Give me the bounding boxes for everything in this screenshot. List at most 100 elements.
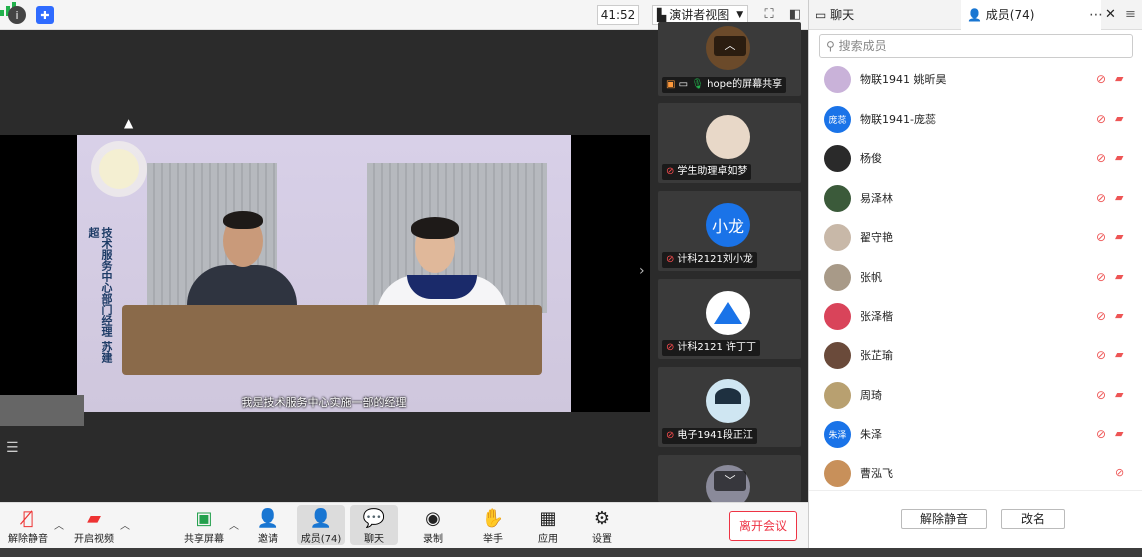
camera-off-icon[interactable]: ▰: [1115, 270, 1123, 283]
camera-off-icon[interactable]: ▰: [1115, 388, 1123, 401]
apps-button[interactable]: ▦ 应用: [524, 505, 572, 545]
share-icon: ▭: [678, 79, 689, 90]
camera-off-icon: ▰: [87, 508, 101, 529]
chat-icon: ▭: [815, 8, 827, 22]
chevron-up-icon[interactable]: ︿: [714, 36, 746, 56]
info-icon[interactable]: i: [8, 6, 26, 24]
avatar: [824, 264, 851, 291]
list-item[interactable]: 周琦 ⊘ ▰: [809, 376, 1142, 415]
chevron-up-icon[interactable]: ︿: [54, 517, 64, 532]
start-video-button[interactable]: ▰ 开启视频: [70, 505, 118, 545]
mic-off-icon[interactable]: ⊘: [1096, 348, 1106, 362]
list-icon[interactable]: ☰: [6, 440, 19, 456]
mic-off-icon[interactable]: ⊘: [1096, 191, 1106, 205]
list-item[interactable]: 曹泓飞 ⊘: [809, 454, 1142, 490]
thumbnail-tile[interactable]: ▣ ▭ 🎙 hope的屏幕共享: [658, 22, 801, 96]
meeting-window: i ✚ 41:52 ▙ 演讲者视图 ▼ ⛶ ◧ ▲ 技术服务中心部门经理 苏建超…: [0, 0, 1142, 557]
members-button[interactable]: 👤 成员(74): [297, 505, 345, 545]
mic-off-icon[interactable]: ⊘: [1096, 427, 1106, 441]
menu-icon[interactable]: ≡: [1125, 0, 1136, 30]
search-icon: ⚲: [826, 39, 835, 53]
chevron-right-icon[interactable]: ›: [639, 263, 645, 279]
avatar: [824, 342, 851, 369]
mic-icon: 🎙: [691, 79, 704, 90]
apps-icon: ▦: [539, 508, 557, 529]
list-item[interactable]: 杨俊 ⊘ ▰: [809, 139, 1142, 178]
search-members-input[interactable]: ⚲ 搜索成员: [819, 34, 1133, 58]
mic-off-icon[interactable]: ⊘: [1096, 72, 1106, 86]
avatar: [824, 145, 851, 172]
thumbnail-tile[interactable]: ⊘ 计科2121 许丁丁: [658, 279, 801, 359]
mic-off-icon[interactable]: ⊘: [1096, 388, 1106, 402]
sun-decoration: [99, 149, 139, 189]
camera-off-icon[interactable]: ▰: [1115, 348, 1123, 361]
unmute-all-button[interactable]: 解除静音: [901, 509, 987, 529]
video-subtitle: 我是技术服务中心实施一部的经理: [241, 396, 407, 409]
thumbnail-tile[interactable]: ⊘ 学生助理卓如梦: [658, 103, 801, 183]
tab-chat[interactable]: ▭ 聊天: [815, 0, 854, 30]
member-list: 物联1941 姚昕昊 ⊘ ▰ 庞蕊 物联1941-庞蕊 ⊘ ▰ 杨俊 ⊘ ▰ 易泽林 …: [809, 62, 1142, 490]
main-stage: ▲ 技术服务中心部门经理 苏建超 我是技术服务中心实施一部的经理 ☰ ›: [0, 30, 652, 502]
camera-off-icon[interactable]: ▰: [1115, 72, 1123, 85]
list-item[interactable]: 庞蕊 物联1941-庞蕊 ⊘ ▰: [809, 100, 1142, 139]
chat-button[interactable]: 💬 聊天: [350, 505, 398, 545]
mic-off-icon: ⊘: [666, 342, 675, 353]
mic-off-icon[interactable]: ⊘: [1096, 112, 1106, 126]
invite-button[interactable]: 👤 邀请: [244, 505, 292, 545]
desk: [122, 305, 542, 375]
chevron-down-icon[interactable]: ﹀: [714, 471, 746, 491]
chevron-up-icon[interactable]: ︿: [229, 517, 239, 532]
avatar: [706, 379, 750, 423]
avatar: [824, 185, 851, 212]
avatar: [824, 66, 851, 93]
name-caption: 技术服务中心部门经理 苏建超: [87, 227, 113, 363]
camera-off-icon[interactable]: ▰: [1115, 151, 1123, 164]
mouse-cursor-icon: ▲: [124, 116, 134, 130]
mic-off-icon[interactable]: ⊘: [1096, 230, 1106, 244]
close-icon[interactable]: ✕: [1105, 0, 1116, 30]
user-icon: 👤: [967, 8, 982, 22]
shield-icon[interactable]: ✚: [36, 6, 54, 24]
raise-hand-button[interactable]: ✋ 举手: [469, 505, 517, 545]
chevron-up-icon[interactable]: ︿: [120, 517, 130, 532]
unmute-button[interactable]: 🎙̸ 解除静音: [4, 505, 52, 545]
hand-icon: ✋: [481, 508, 505, 529]
camera-off-icon[interactable]: ▰: [1115, 309, 1123, 322]
settings-button[interactable]: ⚙ 设置: [578, 505, 626, 545]
thumbnail-label: ▣ ▭ 🎙 hope的屏幕共享: [662, 77, 787, 93]
mic-off-icon: ⊘: [666, 254, 675, 265]
camera-off-icon[interactable]: ▰: [1115, 427, 1123, 440]
tab-members[interactable]: 👤 成员(74): [961, 0, 1101, 30]
camera-off-icon[interactable]: ▰: [1115, 191, 1123, 204]
thumbnail-tile[interactable]: ⊘ 电子1941段正江: [658, 367, 801, 447]
speaker-video[interactable]: 技术服务中心部门经理 苏建超 我是技术服务中心实施一部的经理: [77, 135, 571, 412]
mic-off-icon[interactable]: ⊘: [1096, 151, 1106, 165]
more-icon[interactable]: ⋯: [1089, 0, 1103, 30]
mic-off-icon[interactable]: ⊘: [1115, 466, 1124, 479]
leave-meeting-button[interactable]: 离开会议: [729, 511, 797, 541]
share-screen-icon: ▣: [195, 508, 213, 529]
list-item[interactable]: 翟守艳 ⊘ ▰: [809, 218, 1142, 257]
record-icon: ◉: [425, 508, 441, 529]
list-item[interactable]: 张帆 ⊘ ▰: [809, 258, 1142, 297]
thumbnail-label: ⊘ 计科2121 许丁丁: [662, 340, 761, 356]
mic-off-icon[interactable]: ⊘: [1096, 270, 1106, 284]
mic-off-icon: ⊘: [666, 166, 675, 177]
list-item[interactable]: 张泽楷 ⊘ ▰: [809, 297, 1142, 336]
rename-button[interactable]: 改名: [1001, 509, 1065, 529]
share-screen-button[interactable]: ▣ 共享屏幕: [180, 505, 228, 545]
list-item[interactable]: 张芷瑜 ⊘ ▰: [809, 336, 1142, 375]
camera-off-icon[interactable]: ▰: [1115, 112, 1123, 125]
list-item[interactable]: 物联1941 姚昕昊 ⊘ ▰: [809, 62, 1142, 99]
avatar: [824, 460, 851, 487]
bottom-strip: [0, 548, 1142, 557]
camera-off-icon[interactable]: ▰: [1115, 230, 1123, 243]
record-button[interactable]: ◉ 录制: [409, 505, 457, 545]
thumbnail-label: ⊘ 计科2121刘小龙: [662, 252, 757, 268]
list-item[interactable]: 易泽林 ⊘ ▰: [809, 179, 1142, 218]
self-view-placeholder[interactable]: [0, 395, 84, 426]
thumbnail-tile[interactable]: 小龙 ⊘ 计科2121刘小龙: [658, 191, 801, 271]
avatar: [824, 382, 851, 409]
mic-off-icon[interactable]: ⊘: [1096, 309, 1106, 323]
list-item[interactable]: 朱泽 朱泽 ⊘ ▰: [809, 415, 1142, 454]
